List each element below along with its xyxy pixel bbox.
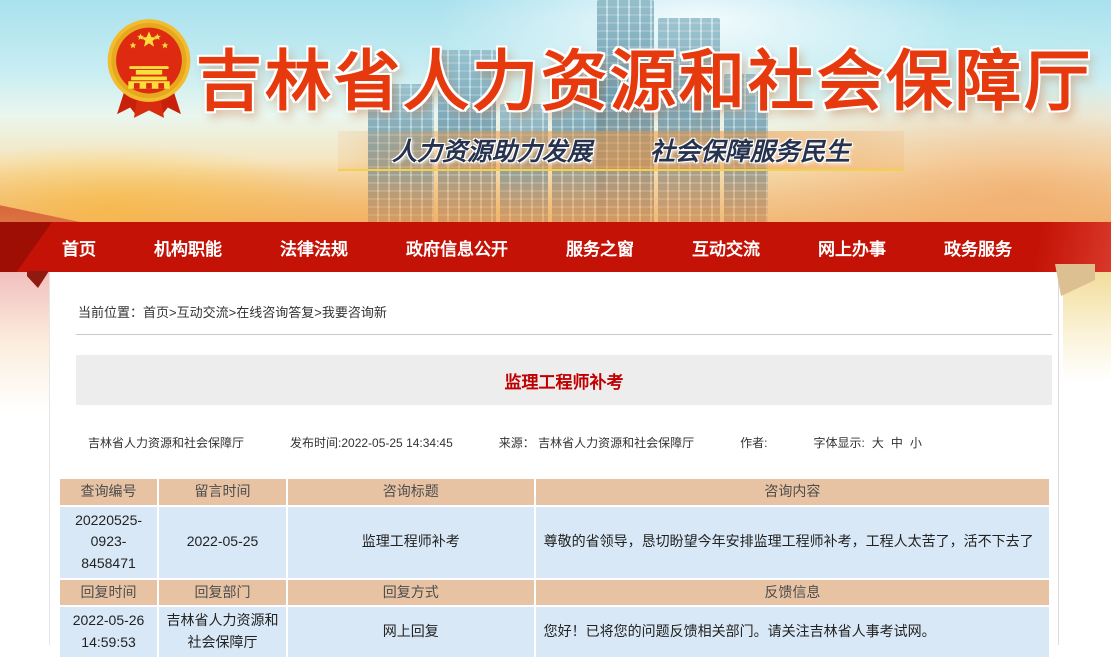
cell-consult-title: 监理工程师补考 <box>287 506 535 579</box>
cell-reply-method: 网上回复 <box>287 606 535 657</box>
breadcrumb-home[interactable]: 首页 <box>143 305 169 320</box>
nav-item-interaction[interactable]: 互动交流 <box>692 240 760 259</box>
nav-item-online-affairs[interactable]: 网上办事 <box>818 240 886 259</box>
breadcrumb-current[interactable]: 我要咨询新 <box>322 305 387 320</box>
header-message-time: 留言时间 <box>158 478 287 506</box>
main-nav: 首页 机构职能 法律法规 政府信息公开 服务之窗 互动交流 网上办事 政务服务 <box>0 222 1111 272</box>
reply-header-row: 回复时间 回复部门 回复方式 反馈信息 <box>59 579 1050 607</box>
nav-list: 首页 机构职能 法律法规 政府信息公开 服务之窗 互动交流 网上办事 政务服务 <box>0 222 1111 272</box>
font-size-medium-button[interactable]: 中 <box>891 434 903 451</box>
font-size-control: 字体显示: 大 中 小 <box>813 434 921 451</box>
reply-data-row: 2022-05-26 14:59:53 吉林省人力资源和社会保障厅 网上回复 您… <box>59 606 1050 657</box>
nav-item-service-window[interactable]: 服务之窗 <box>566 240 634 259</box>
font-size-large-button[interactable]: 大 <box>872 434 884 451</box>
meta-department: 吉林省人力资源和社会保障厅 <box>88 434 244 451</box>
page: 吉林省人力资源和社会保障厅 人力资源助力发展 社会保障服务民生 首页 机构职能 … <box>0 0 1111 645</box>
nav-item-home[interactable]: 首页 <box>62 240 96 259</box>
header-reply-time: 回复时间 <box>59 579 158 607</box>
article-title: 监理工程师补考 <box>505 368 624 393</box>
nav-item-gov-info[interactable]: 政府信息公开 <box>406 240 508 259</box>
meta-source: 来源： 吉林省人力资源和社会保障厅 <box>499 434 694 451</box>
breadcrumb-online-consult[interactable]: 在线咨询答复 <box>236 305 314 320</box>
nav-item-laws[interactable]: 法律法规 <box>280 240 348 259</box>
national-emblem-icon <box>102 16 196 122</box>
cell-message-time: 2022-05-25 <box>158 506 287 579</box>
query-header-row: 查询编号 留言时间 咨询标题 咨询内容 <box>59 478 1050 506</box>
breadcrumb-separator: > <box>169 305 177 320</box>
banner-red-wedge <box>0 198 80 222</box>
consultation-table: 查询编号 留言时间 咨询标题 咨询内容 20220525-0923-845847… <box>58 477 1051 659</box>
header-reply-method: 回复方式 <box>287 579 535 607</box>
meta-author: 作者: <box>740 434 767 451</box>
breadcrumb-interaction[interactable]: 互动交流 <box>177 305 229 320</box>
cell-reply-time: 2022-05-26 14:59:53 <box>59 606 158 657</box>
site-banner: 吉林省人力资源和社会保障厅 人力资源助力发展 社会保障服务民生 <box>0 0 1111 222</box>
article-title-bar: 监理工程师补考 <box>76 355 1052 405</box>
left-gradient-decoration <box>0 272 49 432</box>
site-title: 吉林省人力资源和社会保障厅 <box>196 28 1066 124</box>
main-area: 当前位置：首页>互动交流>在线咨询答复>我要咨询新 监理工程师补考 吉林省人力资… <box>0 272 1111 645</box>
query-data-row: 20220525-0923-8458471 2022-05-25 监理工程师补考… <box>59 506 1050 579</box>
nav-item-gov-services[interactable]: 政务服务 <box>944 240 1012 259</box>
cell-consult-content: 尊敬的省领导，恳切盼望今年安排监理工程师补考，工程人太苦了，活不下去了 <box>535 506 1050 579</box>
header-query-id: 查询编号 <box>59 478 158 506</box>
article-meta: 吉林省人力资源和社会保障厅 发布时间:2022-05-25 14:34:45 来… <box>88 434 1052 451</box>
content-box: 当前位置：首页>互动交流>在线咨询答复>我要咨询新 监理工程师补考 吉林省人力资… <box>49 272 1059 645</box>
slogan-right: 社会保障服务民生 <box>650 132 850 168</box>
slogan-left: 人力资源助力发展 <box>392 132 592 168</box>
banner-slogan: 人力资源助力发展 社会保障服务民生 <box>338 131 904 171</box>
header-consult-content: 咨询内容 <box>535 478 1050 506</box>
header-reply-department: 回复部门 <box>158 579 287 607</box>
breadcrumb-separator: > <box>314 305 322 320</box>
header-consult-title: 咨询标题 <box>287 478 535 506</box>
font-size-label: 字体显示: <box>813 434 864 451</box>
breadcrumb: 当前位置：首页>互动交流>在线咨询答复>我要咨询新 <box>76 272 1052 335</box>
cell-feedback: 您好！已将您的问题反馈相关部门。请关注吉林省人事考试网。 <box>535 606 1050 657</box>
cell-reply-department: 吉林省人力资源和社会保障厅 <box>158 606 287 657</box>
font-size-small-button[interactable]: 小 <box>910 434 922 451</box>
breadcrumb-label: 当前位置： <box>78 305 143 320</box>
header-feedback: 反馈信息 <box>535 579 1050 607</box>
nav-item-functions[interactable]: 机构职能 <box>154 240 222 259</box>
meta-publish-time: 发布时间:2022-05-25 14:34:45 <box>290 434 453 451</box>
cell-query-id: 20220525-0923-8458471 <box>59 506 158 579</box>
